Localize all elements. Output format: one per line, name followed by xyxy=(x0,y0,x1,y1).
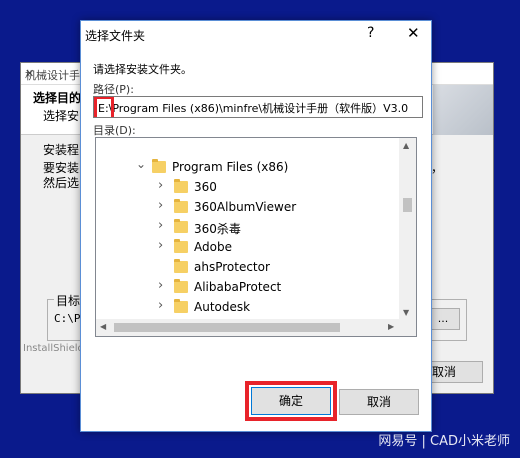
path-input[interactable]: E:\Program Files (x86)\minfre\机械设计手册（软件版… xyxy=(93,96,423,118)
folder-icon xyxy=(174,219,188,233)
folder-tree-item[interactable]: › 360 xyxy=(96,178,396,198)
folder-tree-item[interactable]: › 360AlbumViewer xyxy=(96,198,396,218)
chevron-right-icon[interactable]: › xyxy=(158,218,163,233)
folder-tree-item[interactable]: › Adobe xyxy=(96,238,396,258)
scroll-up-icon[interactable]: ▲ xyxy=(403,141,409,150)
hscroll-thumb[interactable] xyxy=(114,323,340,332)
folder-name: 360AlbumViewer xyxy=(194,200,297,214)
path-value: E:\Program Files (x86)\minfre\机械设计手册（软件版… xyxy=(98,102,409,115)
chevron-down-icon[interactable]: ⌄ xyxy=(136,157,146,171)
installer-header-title: 选择目的 xyxy=(33,91,82,105)
chevron-right-icon[interactable]: › xyxy=(158,178,163,193)
installer-header-subtitle: 选择安 xyxy=(43,109,80,123)
folder-name: Adobe xyxy=(194,240,232,254)
folder-tree-item[interactable]: › AlibabaProtect xyxy=(96,278,396,298)
folder-tree[interactable]: ⌄ Program Files (x86) › 360 › 360AlbumViewer ›… xyxy=(95,137,417,337)
dialog-title: 选择文件夹 xyxy=(85,29,146,43)
dialog-prompt: 请选择安装文件夹。 xyxy=(93,63,192,76)
ok-button[interactable]: 确定 xyxy=(251,387,331,415)
folder-name: Autodesk xyxy=(194,300,251,314)
chevron-right-icon[interactable]: › xyxy=(158,238,163,253)
scroll-corner xyxy=(399,319,416,336)
folder-name: AlibabaProtect xyxy=(194,280,282,294)
scroll-down-icon[interactable]: ▼ xyxy=(403,308,409,317)
installer-text: 安装程 xyxy=(43,143,80,157)
drive-highlight-box xyxy=(94,97,114,117)
folder-icon xyxy=(174,179,188,193)
installshield-brand: InstallShield xyxy=(23,343,84,354)
folder-icon xyxy=(174,259,188,273)
close-icon[interactable]: ✕ xyxy=(407,24,420,42)
scroll-thumb[interactable] xyxy=(403,198,412,212)
dialog-titlebar: 选择文件夹 ? ✕ xyxy=(81,21,431,49)
chevron-right-icon[interactable]: › xyxy=(158,278,163,293)
folder-icon xyxy=(174,279,188,293)
horizontal-scrollbar[interactable]: ◀ ▶ xyxy=(96,319,401,336)
vertical-scrollbar[interactable]: ▲ ▼ xyxy=(399,138,416,321)
folder-name: 360杀毒 xyxy=(194,222,241,236)
chevron-right-icon[interactable]: › xyxy=(158,198,163,213)
installer-banner-graphic xyxy=(433,85,493,135)
cancel-button[interactable]: 取消 xyxy=(339,389,419,415)
scroll-right-icon[interactable]: ▶ xyxy=(388,322,394,331)
scroll-left-icon[interactable]: ◀ xyxy=(100,322,106,331)
folder-icon xyxy=(174,239,188,253)
chevron-right-icon[interactable]: › xyxy=(158,298,163,313)
watermark: 网易号 | CAD小米老师 xyxy=(378,434,510,449)
folder-tree-item[interactable]: › 360杀毒 xyxy=(96,218,396,238)
folder-name: ahsProtector xyxy=(194,260,270,274)
choose-folder-dialog: 选择文件夹 ? ✕ 请选择安装文件夹。 路径(P): E:\Program Fi… xyxy=(80,20,432,432)
folder-icon xyxy=(152,159,166,173)
folder-name: 360 xyxy=(194,180,217,194)
installer-cancel-button[interactable]: 取消 xyxy=(423,361,483,383)
path-label: 路径(P): xyxy=(93,83,134,96)
folder-name: Program Files (x86) xyxy=(172,160,289,174)
folder-icon xyxy=(174,299,188,313)
folder-tree-item[interactable]: › Autodesk xyxy=(96,298,396,318)
directory-label: 目录(D): xyxy=(93,124,136,137)
help-icon[interactable]: ? xyxy=(367,25,374,41)
folder-tree-item[interactable]: ahsProtector xyxy=(96,258,396,278)
folder-tree-item[interactable]: ⌄ Program Files (x86) xyxy=(96,157,396,178)
folder-icon xyxy=(174,199,188,213)
